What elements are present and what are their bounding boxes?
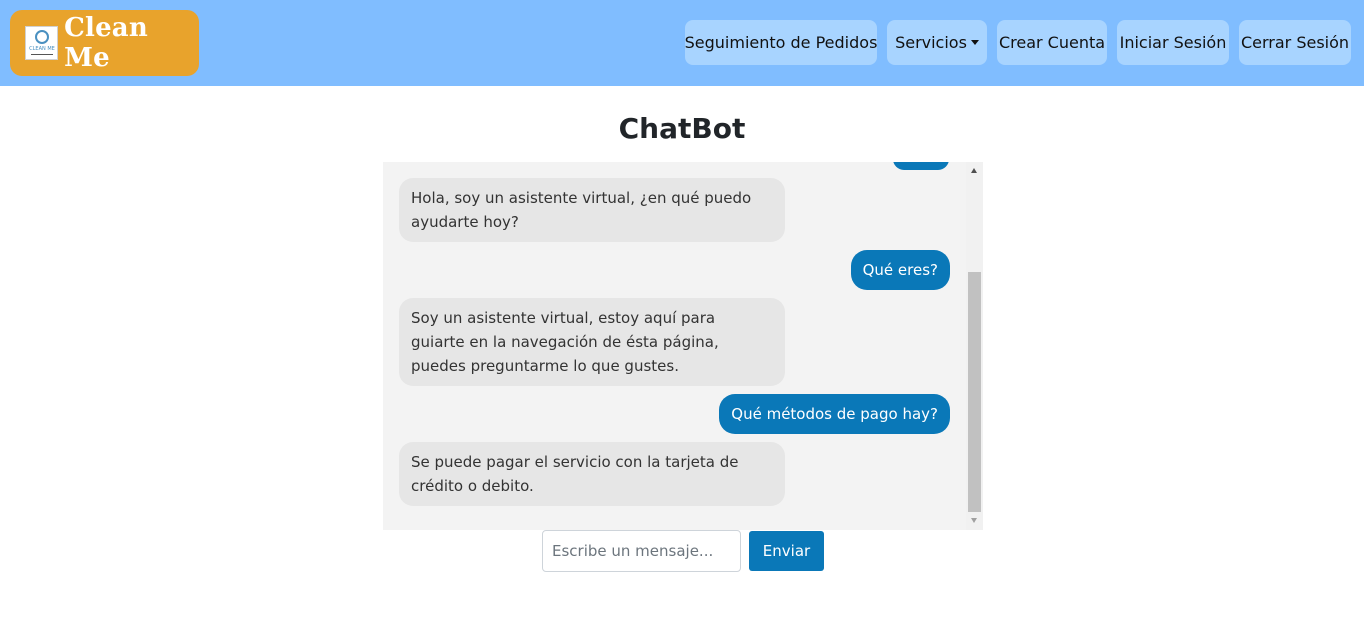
user-message: Qué métodos de pago hay? (719, 394, 950, 434)
chat-scrollbar[interactable] (966, 162, 983, 530)
nav-services-dropdown[interactable]: Servicios (887, 20, 987, 65)
user-message: Qué eres? (850, 250, 950, 290)
nav-tracking-link[interactable]: Seguimiento de Pedidos (685, 20, 877, 65)
nav-logout-link[interactable]: Cerrar Sesión (1239, 20, 1351, 65)
brand-logo-link[interactable]: CLEAN ME Clean Me (10, 10, 199, 76)
scroll-down-arrow-icon[interactable] (971, 518, 977, 523)
caret-down-icon (970, 40, 979, 45)
bot-message: Hola, soy un asistente virtual, ¿en qué … (399, 178, 785, 242)
scrollbar-thumb[interactable] (968, 272, 981, 512)
send-button[interactable]: Enviar (749, 531, 824, 571)
nav-login-link[interactable]: Iniciar Sesión (1117, 20, 1229, 65)
clean-me-logo-image: CLEAN ME (25, 26, 59, 60)
nav-create-account-link[interactable]: Crear Cuenta (997, 20, 1107, 65)
nav-services-label: Servicios (895, 33, 967, 52)
previous-user-message-partial (893, 162, 949, 170)
bot-message: Se puede pagar el servicio con la tarjet… (399, 442, 785, 506)
chatbot-title: ChatBot (618, 112, 746, 145)
brand-name: Clean Me (64, 13, 148, 73)
message-input[interactable] (542, 530, 741, 572)
nav-login-label: Iniciar Sesión (1119, 33, 1227, 52)
send-button-label: Enviar (762, 542, 811, 560)
bot-message: Soy un asistente virtual, estoy aquí par… (399, 298, 785, 386)
nav-tracking-label: Seguimiento de Pedidos (684, 33, 878, 52)
scroll-up-arrow-icon[interactable] (971, 168, 977, 173)
nav-create-account-label: Crear Cuenta (998, 33, 1106, 52)
chat-messages-panel[interactable]: Hola, soy un asistente virtual, ¿en qué … (383, 162, 983, 530)
nav-logout-label: Cerrar Sesión (1240, 33, 1350, 52)
navbar: CLEAN ME Clean Me Seguimiento de Pedidos… (0, 0, 1364, 86)
